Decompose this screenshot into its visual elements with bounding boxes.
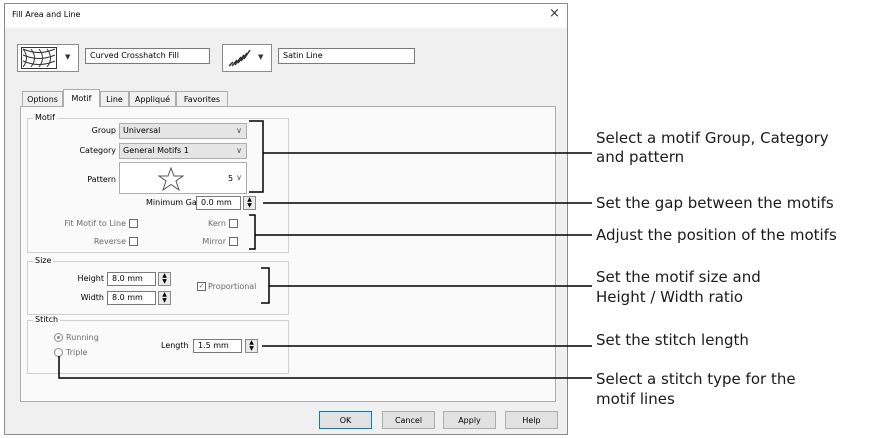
callout-stitch-line1: Select a stitch type for the: [596, 370, 796, 388]
callout-motif-line1: Select a motif Group, Category: [596, 129, 829, 147]
callout-gap: Set the gap between the motifs: [596, 194, 834, 212]
bracket-position: [249, 214, 256, 250]
bracket-size: [261, 267, 270, 304]
callout-stitch-line2: motif lines: [596, 390, 675, 408]
callout-motif-line2: and pattern: [596, 148, 685, 166]
callout-size-line2: Height / Width ratio: [596, 288, 744, 306]
callout-length: Set the stitch length: [596, 331, 749, 349]
bracket-group-category-pattern: [249, 120, 264, 193]
callout-size-line1: Set the motif size and: [596, 268, 761, 286]
leader-line-stitch-type: [58, 356, 592, 379]
tab-motif[interactable]: Motif: [63, 89, 100, 107]
callout-position: Adjust the position of the motifs: [596, 226, 837, 244]
